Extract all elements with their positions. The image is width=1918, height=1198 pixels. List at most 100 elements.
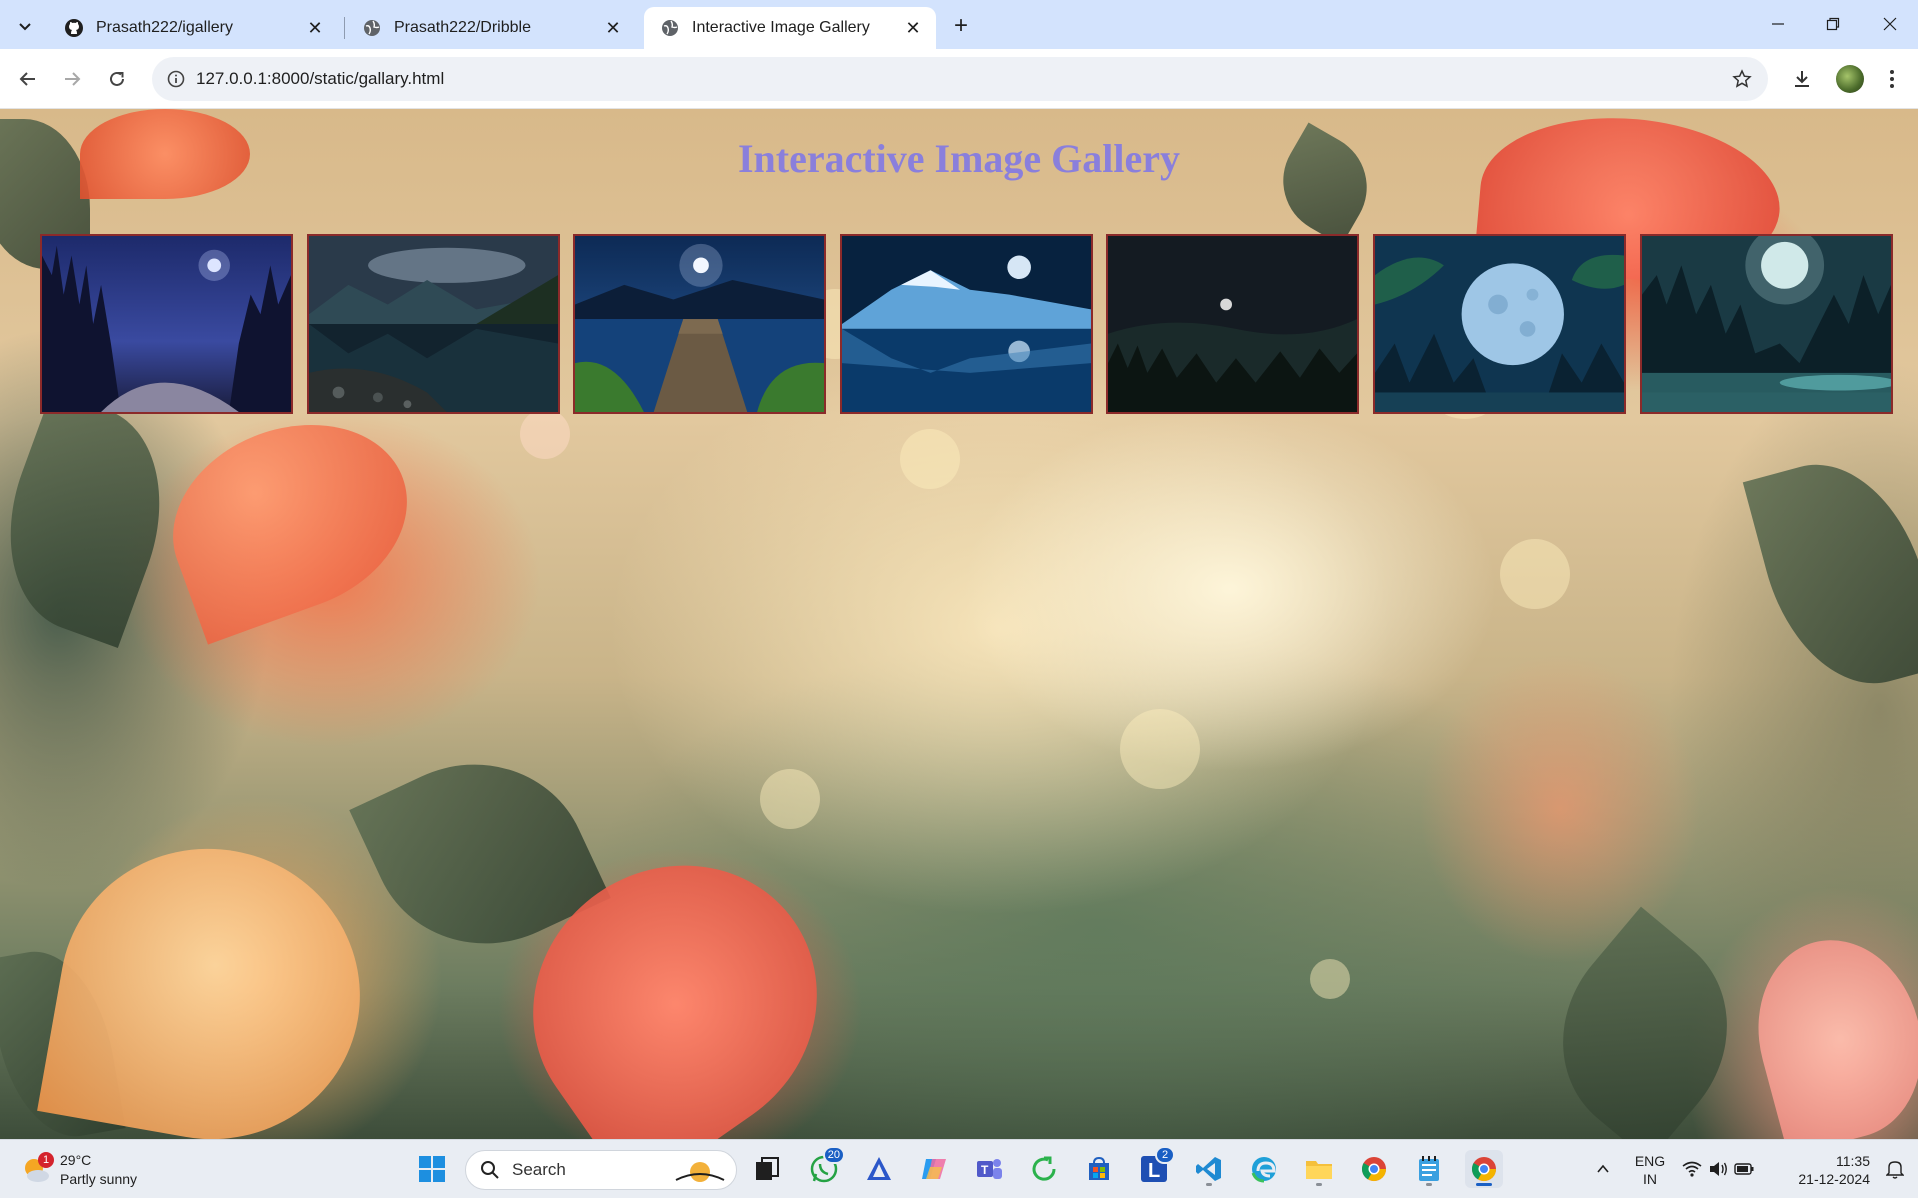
close-window-button[interactable] [1872, 10, 1908, 38]
downloads-button[interactable] [1786, 63, 1818, 95]
close-icon [1883, 17, 1897, 31]
search-icon [481, 1161, 499, 1179]
tab-strip: Prasath222/igallery ✕ Prasath222/Dribble… [0, 0, 1918, 49]
profile-avatar[interactable] [1836, 65, 1864, 93]
back-button[interactable] [12, 63, 44, 95]
forward-button[interactable] [56, 63, 88, 95]
tab-title: Interactive Image Gallery [692, 19, 870, 36]
clock-time: 11:35 [1836, 1153, 1870, 1169]
language-line2: IN [1643, 1171, 1657, 1187]
chrome-active-icon[interactable] [1465, 1150, 1503, 1188]
new-tab-button[interactable]: + [948, 12, 974, 39]
menu-button[interactable] [1876, 63, 1908, 95]
volume-icon [1710, 1162, 1727, 1176]
globe-icon [660, 18, 680, 38]
gallery-image-6[interactable] [1373, 234, 1626, 414]
tab-dribble[interactable]: Prasath222/Dribble ✕ [346, 7, 636, 49]
reload-icon [110, 71, 124, 86]
minimize-button[interactable] [1760, 10, 1796, 38]
gallery-image-5[interactable] [1106, 234, 1359, 414]
search-highlight-icon [675, 1162, 725, 1182]
globe-icon [362, 18, 382, 38]
tab-title: Prasath222/Dribble [394, 19, 531, 36]
chevron-up-icon [1597, 1164, 1609, 1173]
gallery-image-2[interactable] [307, 234, 560, 414]
teams-icon[interactable]: T [970, 1150, 1008, 1188]
vector-app-icon[interactable] [860, 1150, 898, 1188]
show-hidden-icons-button[interactable] [1584, 1150, 1622, 1188]
url-text[interactable]: 127.0.0.1:8000/static/gallary.html [196, 69, 444, 89]
running-indicator [1426, 1183, 1432, 1186]
page-title: Interactive Image Gallery [737, 136, 1181, 181]
minimize-icon [1772, 23, 1784, 25]
download-icon [1795, 71, 1809, 87]
restore-icon [1826, 17, 1840, 31]
search-label: Search [512, 1160, 566, 1179]
address-bar[interactable]: 127.0.0.1:8000/static/gallary.html [152, 57, 1768, 101]
tab-close-icon[interactable]: ✕ [602, 17, 624, 39]
restore-button[interactable] [1815, 10, 1851, 38]
svg-text:L: L [1148, 1160, 1160, 1182]
weather-condition: Partly sunny [60, 1171, 138, 1187]
flower-petal [146, 393, 434, 645]
partly-sunny-icon: 1 [20, 1152, 54, 1186]
windows-taskbar: 1 29°C Partly sunny Search 20 T L 2 ENG … [0, 1139, 1918, 1198]
wifi-icon [1682, 1161, 1702, 1177]
notifications-button[interactable] [1876, 1150, 1914, 1188]
kebab-menu-icon [1890, 70, 1894, 88]
gallery-image-4[interactable] [840, 234, 1093, 414]
site-info-icon[interactable] [164, 67, 188, 91]
whatsapp-icon[interactable]: 20 [805, 1146, 845, 1188]
leaf-decoration [0, 389, 194, 649]
clock-date: 21-12-2024 [1798, 1171, 1870, 1187]
language-indicator[interactable]: ENG IN [1630, 1152, 1670, 1188]
arrow-right-icon [65, 72, 81, 86]
plus-icon: + [953, 12, 968, 39]
clock[interactable]: 11:35 21-12-2024 [1778, 1152, 1878, 1188]
vscode-icon[interactable] [1190, 1150, 1228, 1188]
chrome-icon[interactable] [1355, 1150, 1393, 1188]
windows-logo-icon [419, 1156, 445, 1182]
copilot-icon[interactable] [915, 1150, 953, 1188]
active-indicator [1476, 1183, 1492, 1186]
github-icon [64, 18, 84, 38]
store-icon[interactable] [1080, 1150, 1118, 1188]
weather-widget[interactable]: 1 29°C Partly sunny [20, 1148, 137, 1192]
tab-igallery[interactable]: Prasath222/igallery ✕ [48, 7, 338, 49]
page-background: Interactive Image Gallery [0, 109, 1918, 1139]
running-indicator [1206, 1183, 1212, 1186]
chevron-down-icon [19, 23, 31, 31]
tab-gallery-active[interactable]: Interactive Image Gallery ✕ [644, 7, 936, 49]
task-view-icon[interactable] [748, 1150, 786, 1188]
gallery-image-1[interactable] [40, 234, 293, 414]
quick-settings-button[interactable] [1678, 1150, 1758, 1188]
sync-app-icon[interactable] [1025, 1150, 1063, 1188]
browser-toolbar: 127.0.0.1:8000/static/gallary.html [0, 49, 1918, 109]
bell-icon [1886, 1161, 1904, 1179]
svg-text:T: T [981, 1163, 989, 1177]
bokeh-light [900, 429, 960, 489]
tab-close-icon[interactable]: ✕ [902, 17, 924, 39]
start-button[interactable] [413, 1150, 451, 1188]
gallery-image-3[interactable] [573, 234, 826, 414]
tab-search-button[interactable] [12, 13, 38, 39]
language-line1: ENG [1634, 1153, 1666, 1169]
running-indicator [1316, 1183, 1322, 1186]
battery-icon [1734, 1163, 1754, 1175]
flower-petal [1736, 921, 1918, 1139]
gallery-image-7[interactable] [1640, 234, 1893, 414]
tab-close-icon[interactable]: ✕ [304, 17, 326, 39]
l-app-badge: 2 [1155, 1146, 1175, 1164]
bokeh-light [1120, 709, 1200, 789]
l-app-icon[interactable]: L 2 [1135, 1146, 1175, 1188]
taskbar-search[interactable]: Search [465, 1150, 737, 1190]
reload-button[interactable] [101, 63, 133, 95]
weather-badge: 1 [38, 1152, 54, 1168]
notepad-icon[interactable] [1410, 1150, 1448, 1188]
bokeh-light [1310, 959, 1350, 999]
bookmark-star-icon[interactable] [1730, 67, 1754, 91]
leaf-decoration [1742, 443, 1918, 705]
file-explorer-icon[interactable] [1300, 1150, 1338, 1188]
edge-icon[interactable] [1245, 1150, 1283, 1188]
whatsapp-badge: 20 [822, 1146, 845, 1164]
